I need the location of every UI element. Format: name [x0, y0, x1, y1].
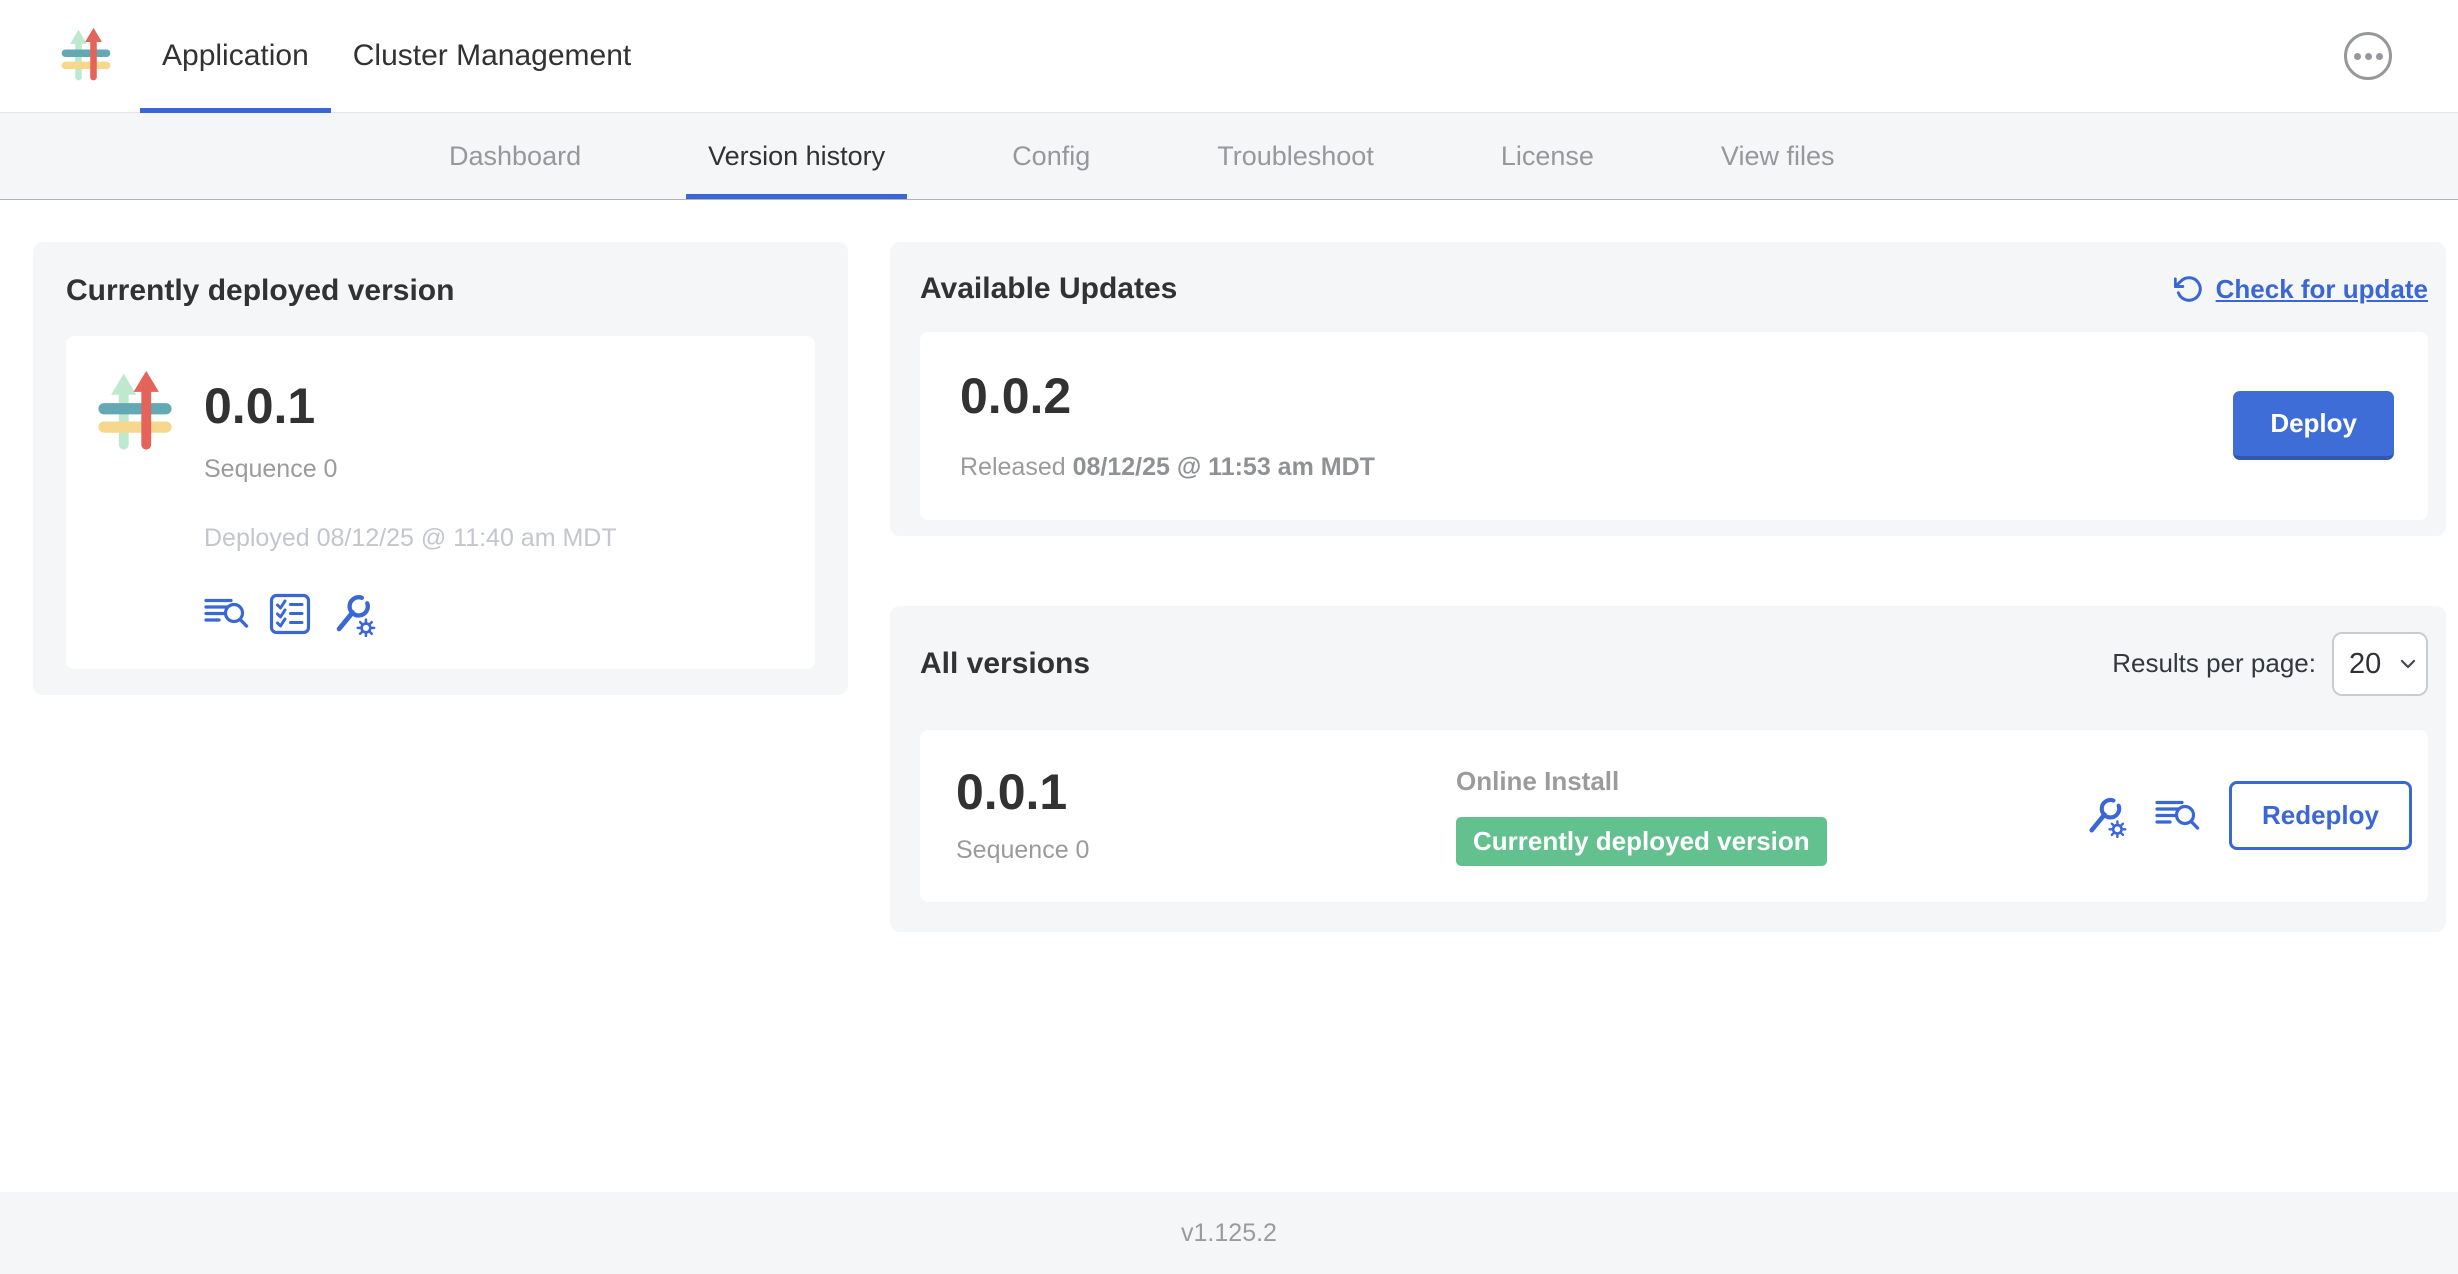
main-content: Currently deployed version 0.0.1 Sequenc… — [0, 200, 2458, 1192]
subnav-label: Dashboard — [449, 141, 581, 172]
subnav-label: Version history — [708, 141, 885, 172]
currently-deployed-title: Currently deployed version — [66, 274, 815, 308]
install-type-label: Online Install — [1456, 766, 1827, 797]
release-notes-icon[interactable] — [204, 594, 250, 634]
tab-cluster-management[interactable]: Cluster Management — [331, 0, 653, 112]
subnav-label: License — [1501, 141, 1594, 172]
all-versions-card: All versions Results per page: 20 — [890, 606, 2446, 932]
available-update-row: 0.0.2 Released 08/12/25 @ 11:53 am MDT D… — [920, 332, 2428, 520]
edit-config-icon[interactable] — [330, 591, 376, 637]
available-updates-title: Available Updates — [920, 272, 1177, 306]
subnav-label: Config — [1012, 141, 1090, 172]
header-tabs: Application Cluster Management — [140, 0, 653, 112]
subnav-item-config[interactable]: Config — [990, 113, 1112, 199]
update-version-number: 0.0.2 — [960, 370, 1375, 423]
subnav-label: View files — [1721, 141, 1835, 172]
app-logo-icon — [56, 26, 116, 86]
results-per-page-label: Results per page: — [2112, 648, 2316, 679]
results-per-page: Results per page: 20 — [2112, 632, 2428, 696]
currently-deployed-card: Currently deployed version 0.0.1 Sequenc… — [33, 242, 848, 695]
row-version-number: 0.0.1 — [956, 766, 1456, 819]
version-row: 0.0.1 Sequence 0 Online Install Currentl… — [920, 730, 2428, 902]
ellipsis-menu-button[interactable] — [2344, 32, 2392, 80]
current-version-number: 0.0.1 — [204, 380, 617, 433]
tab-application-label: Application — [162, 39, 309, 73]
released-prefix: Released — [960, 453, 1066, 481]
preflight-checks-icon[interactable] — [268, 592, 312, 636]
subnav-item-view-files[interactable]: View files — [1699, 113, 1857, 199]
app-subnav: Dashboard Version history Config Trouble… — [0, 113, 2458, 200]
subnav-item-license[interactable]: License — [1479, 113, 1616, 199]
results-per-page-select[interactable]: 20 — [2332, 632, 2428, 696]
ellipsis-dot — [2376, 53, 2383, 60]
all-versions-title: All versions — [920, 647, 1090, 681]
tab-cluster-management-label: Cluster Management — [353, 39, 631, 73]
top-header: Application Cluster Management — [0, 0, 2458, 113]
check-for-update-label: Check for update — [2216, 274, 2428, 305]
page-footer: v1.125.2 — [0, 1192, 2458, 1274]
subnav-item-troubleshoot[interactable]: Troubleshoot — [1195, 113, 1396, 199]
edit-config-icon[interactable] — [2083, 794, 2127, 838]
released-date: 08/12/25 @ 11:53 am MDT — [1073, 453, 1375, 481]
subnav-item-version-history[interactable]: Version history — [686, 113, 907, 199]
check-for-update-link[interactable]: Check for update — [2174, 274, 2428, 305]
subnav-label: Troubleshoot — [1217, 141, 1374, 172]
current-version-deployed-timestamp: Deployed 08/12/25 @ 11:40 am MDT — [204, 524, 617, 553]
tab-application[interactable]: Application — [140, 0, 331, 112]
ellipsis-dot — [2365, 53, 2372, 60]
ellipsis-dot — [2354, 53, 2361, 60]
current-version-actions — [204, 591, 617, 637]
release-notes-icon[interactable] — [2155, 796, 2201, 836]
deploy-button[interactable]: Deploy — [2233, 391, 2394, 460]
subnav-item-dashboard[interactable]: Dashboard — [427, 113, 603, 199]
row-version-sequence: Sequence 0 — [956, 836, 1456, 865]
current-version-sequence: Sequence 0 — [204, 455, 617, 484]
available-updates-card: Available Updates Check for update 0.0.2 — [890, 242, 2446, 536]
currently-deployed-badge: Currently deployed version — [1456, 817, 1827, 866]
app-logo-icon — [90, 366, 180, 637]
redeploy-button[interactable]: Redeploy — [2229, 781, 2412, 850]
currently-deployed-version-panel: 0.0.1 Sequence 0 Deployed 08/12/25 @ 11:… — [66, 336, 815, 669]
kots-version-label: v1.125.2 — [1181, 1219, 1277, 1248]
refresh-icon — [2174, 274, 2204, 304]
update-released-timestamp: Released 08/12/25 @ 11:53 am MDT — [960, 453, 1375, 482]
